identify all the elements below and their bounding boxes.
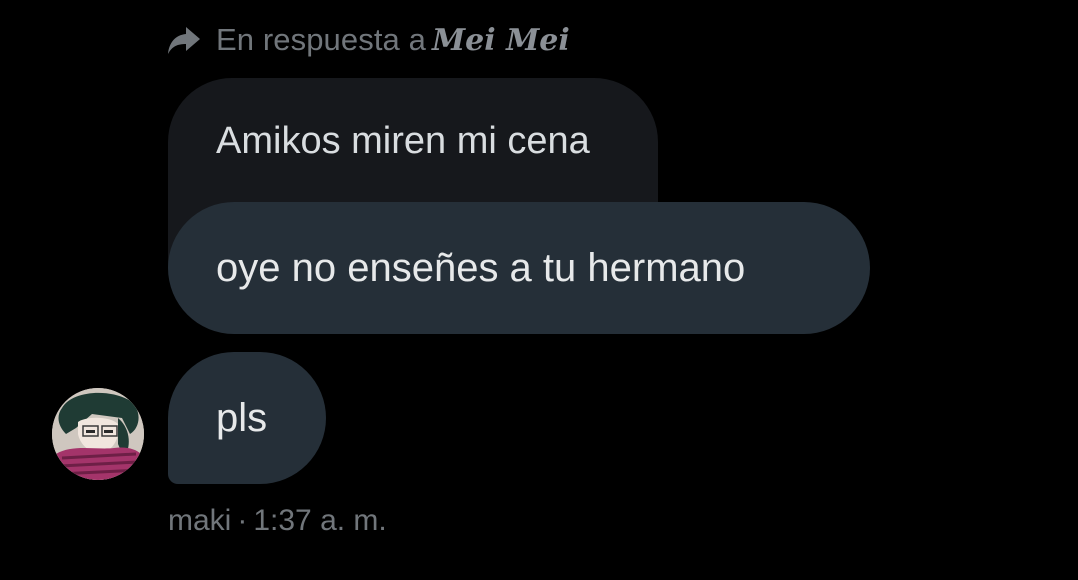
dm-conversation: En respuesta a Mei Mei Amikos miren mi c… <box>0 0 1078 580</box>
message-bubble[interactable]: pls <box>168 352 326 484</box>
reply-arrow-icon <box>168 27 200 54</box>
replied-user-name[interactable]: Mei Mei <box>432 23 570 58</box>
quoted-message-text: Amikos miren mi cena <box>216 120 590 162</box>
avatar-image <box>52 388 144 480</box>
message-text: pls <box>216 395 268 440</box>
reply-label: En respuesta a <box>216 22 426 57</box>
message-text: oye no enseñes a tu hermano <box>216 245 746 290</box>
avatar[interactable] <box>52 388 144 480</box>
message-bubble[interactable]: oye no enseñes a tu hermano <box>168 202 870 334</box>
meta-separator: · <box>237 504 248 537</box>
message-meta: maki · 1:37 a. m. <box>168 500 387 542</box>
sender-name[interactable]: maki <box>168 504 231 538</box>
message-timestamp: 1:37 a. m. <box>253 504 387 537</box>
reply-context: En respuesta a Mei Mei <box>166 18 570 62</box>
